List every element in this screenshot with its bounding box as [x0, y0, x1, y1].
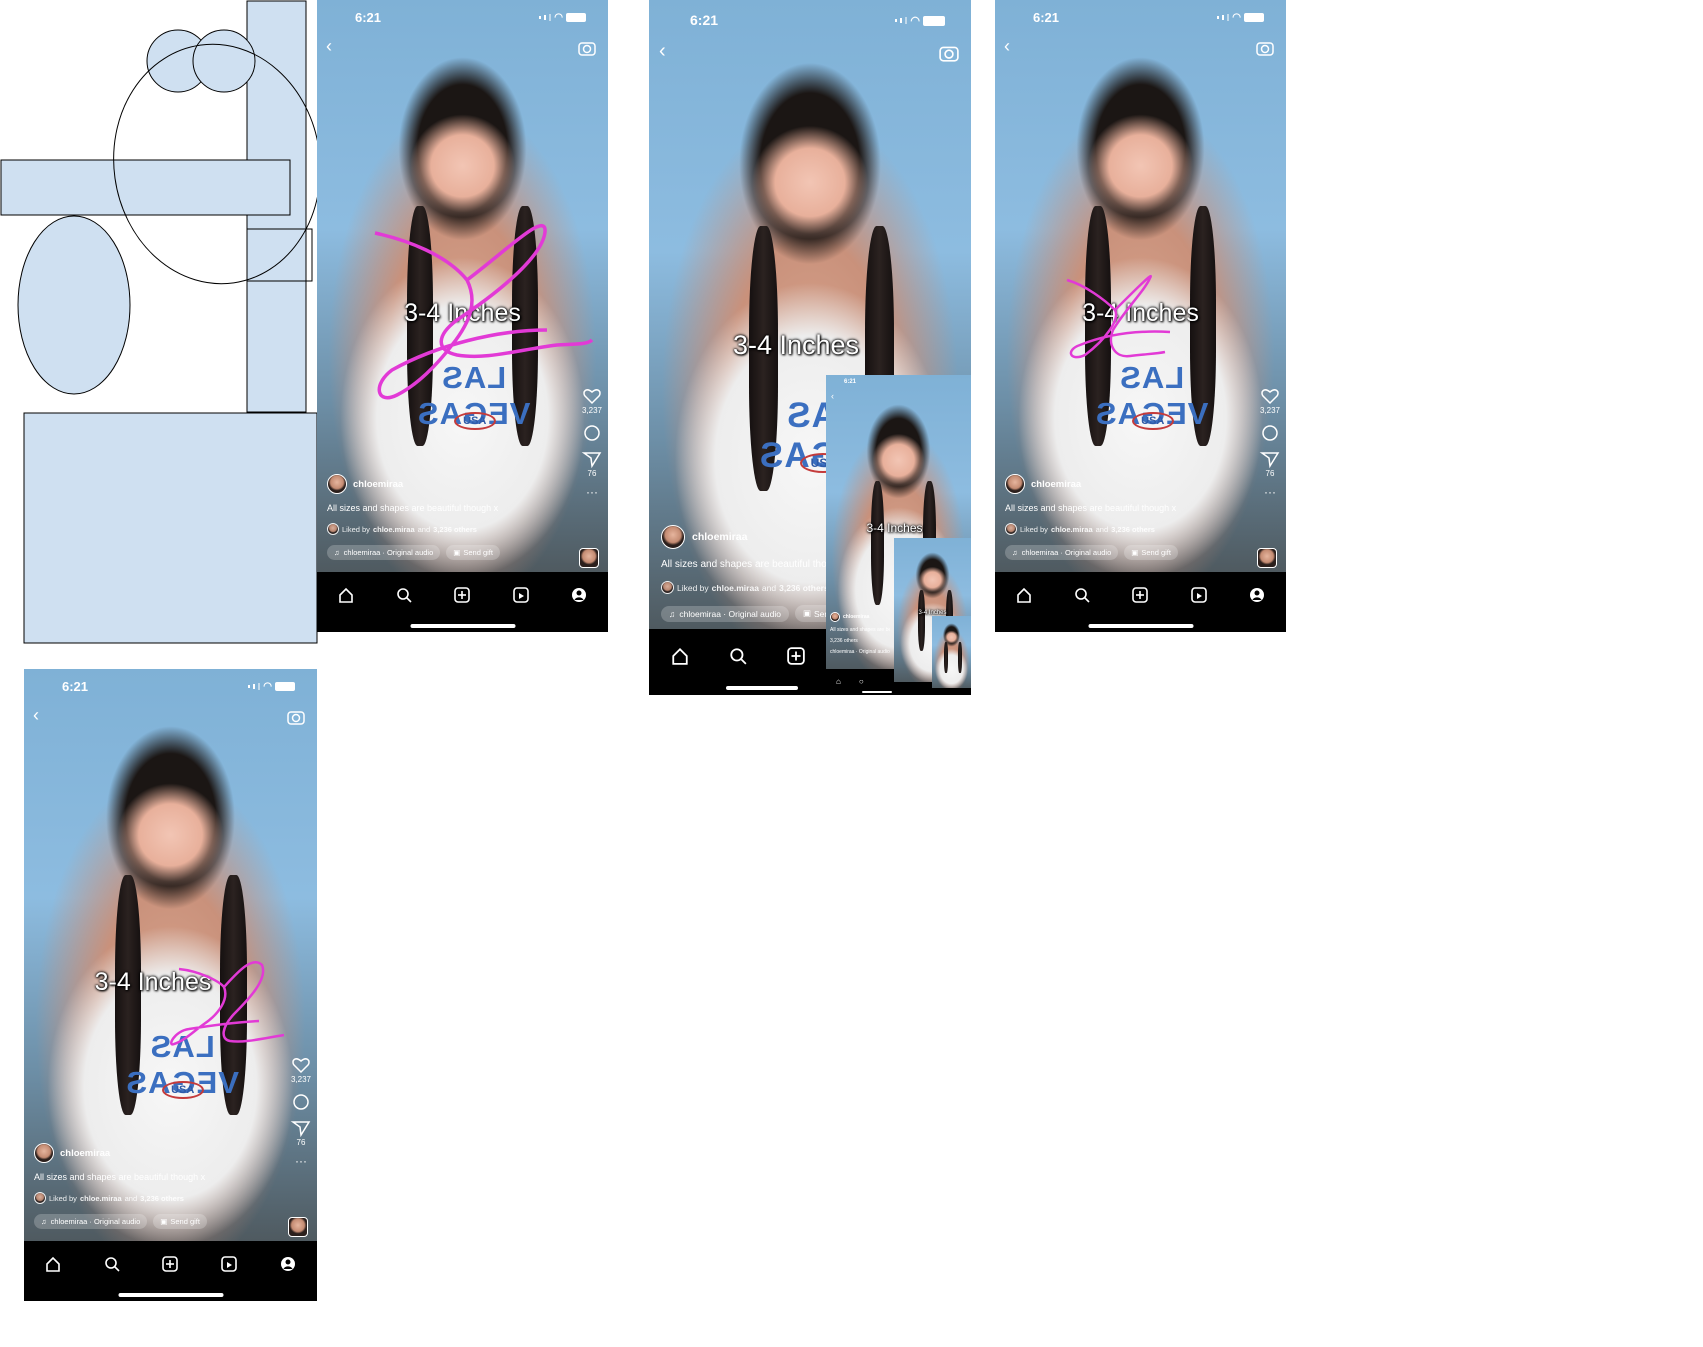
- status-time: 6:21: [844, 379, 857, 385]
- wifi-icon: ◠: [910, 15, 920, 27]
- nested-thumbnail-3: [932, 616, 971, 695]
- search-icon[interactable]: ○: [859, 677, 864, 686]
- post-info: chloemiraa All sizes and shapes are beau…: [830, 612, 890, 655]
- schematic-oval: [17, 215, 131, 395]
- overlay-caption: 3-4 Inches: [732, 330, 860, 360]
- gift-icon: ▣: [802, 608, 811, 618]
- nested-thumbnail-2: 3-4 Inches: [894, 538, 971, 695]
- username[interactable]: chloemiraa: [692, 531, 747, 543]
- bottom-nav: [932, 688, 971, 695]
- audio-pill[interactable]: ♫ chloemiraa · Original audio: [661, 605, 789, 622]
- overlay-caption: 3-4 Inches: [866, 521, 923, 535]
- schematic-drawing: [0, 0, 321, 644]
- avatar[interactable]: [661, 525, 685, 549]
- search-icon[interactable]: [729, 647, 747, 665]
- back-button[interactable]: ‹: [831, 391, 834, 401]
- phone-screenshot-3: LAS VEGAS USA 6:21 ◠ ‹ 3-4 Inches 3,237 …: [995, 0, 1286, 632]
- nested-thumbnail-1: 6:21 ‹ 3-4 Inches chloemiraa All sizes a…: [826, 375, 971, 695]
- battery-icon: [923, 15, 945, 26]
- phone-screenshot-2: LAS VEGAS USA 6:21 ◠ ‹ 3-4 Inches chloem…: [649, 0, 971, 695]
- home-indicator: [725, 686, 798, 690]
- schematic-circle-right: [192, 29, 256, 93]
- back-button[interactable]: ‹: [659, 40, 666, 63]
- phone-screenshot-4: LAS VEGAS USA 6:21 ◠ ‹ 3-4 Inches 3,237 …: [24, 669, 317, 1301]
- status-time: 6:21: [690, 12, 719, 28]
- home-icon[interactable]: ⌂: [836, 677, 841, 686]
- home-icon[interactable]: [671, 647, 689, 665]
- phone-screenshot-1: LAS VEGAS USA 6:21 ◠ ‹ 3-4 Inches 3,237 …: [317, 0, 608, 632]
- signature-scribble: [1066, 275, 1171, 359]
- music-note-icon: ♫: [669, 608, 676, 619]
- create-icon[interactable]: [787, 647, 805, 665]
- home-indicator: [861, 691, 892, 693]
- schematic-horizontal-rect: [0, 159, 291, 216]
- schematic-bottom-rect: [23, 412, 318, 644]
- signature-scribble: [170, 961, 285, 1046]
- status-bar: 6:21 ◠: [649, 0, 971, 32]
- status-icons: ◠: [895, 14, 945, 27]
- camera-icon[interactable]: [939, 44, 959, 62]
- signature-scribble: [374, 224, 594, 400]
